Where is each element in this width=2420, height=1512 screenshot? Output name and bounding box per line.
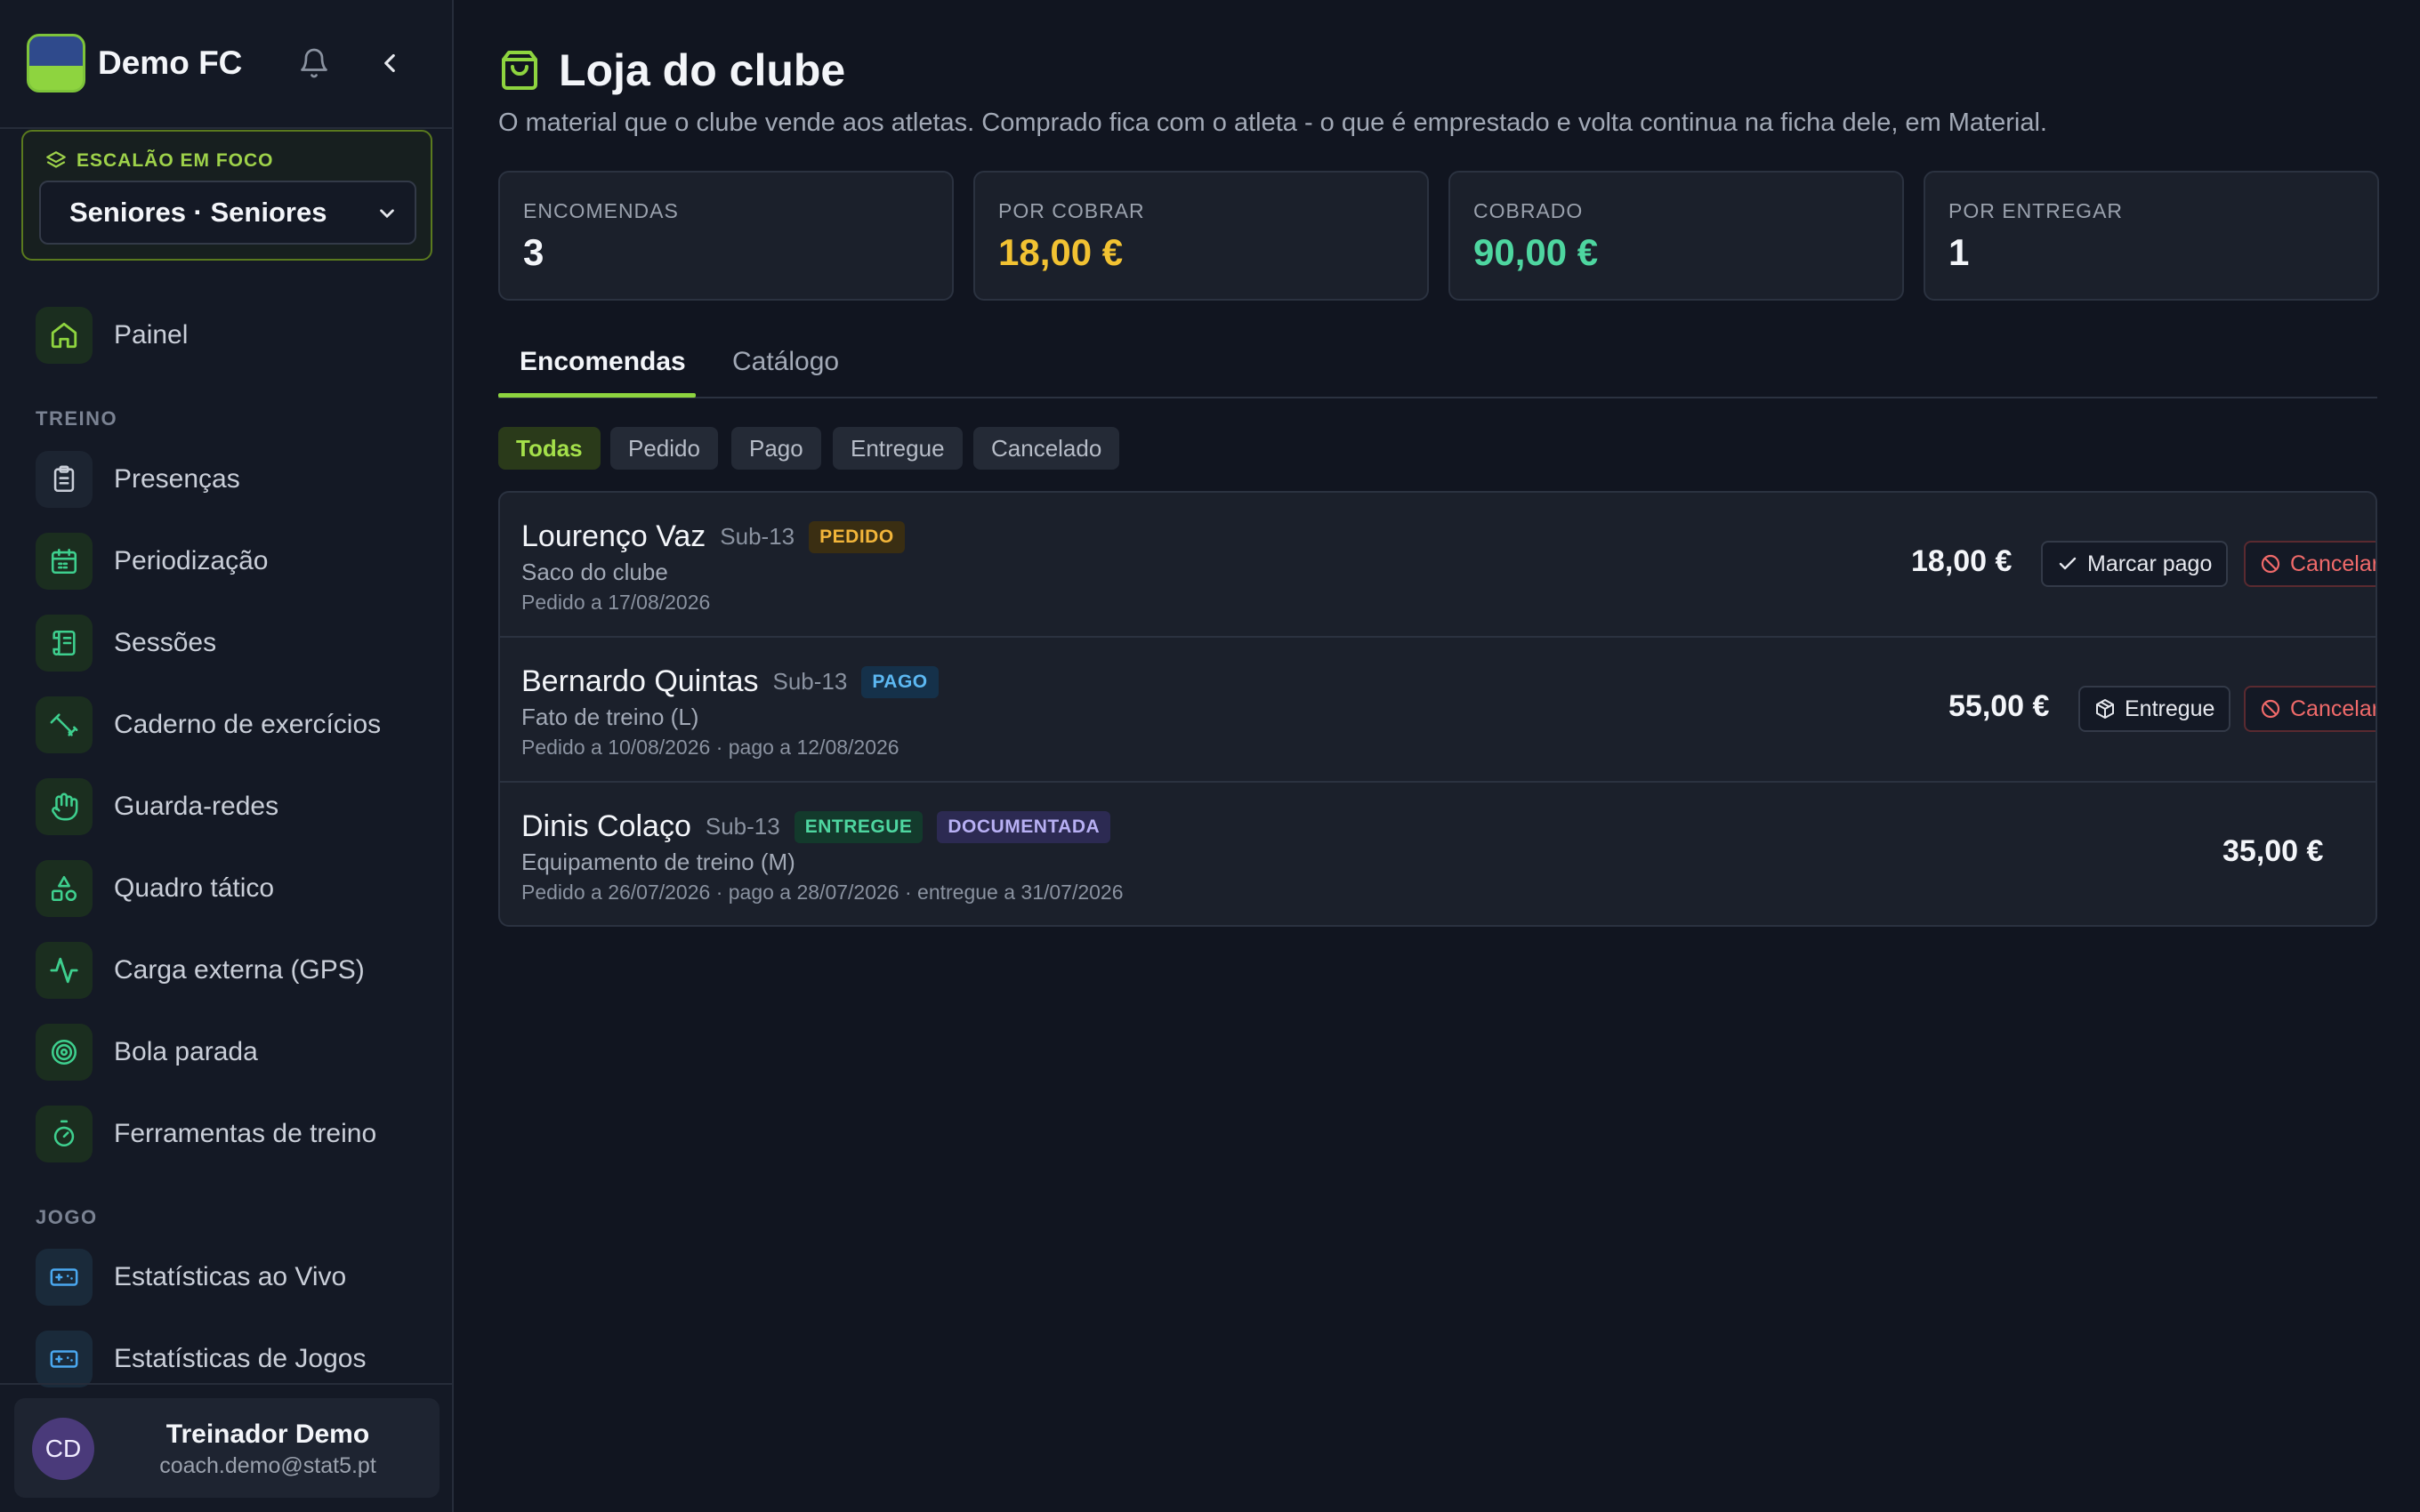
nav-item-presencas[interactable]: Presenças	[36, 450, 427, 509]
order-athlete-name: Lourenço Vaz	[521, 519, 706, 553]
club-name: Demo FC	[98, 44, 243, 81]
nav-item-caderno-exercicios[interactable]: Caderno de exercícios	[36, 696, 427, 754]
filter-entregue[interactable]: Entregue	[833, 427, 963, 470]
nav-item-painel[interactable]: Painel	[36, 306, 427, 365]
order-price: 35,00 €	[2222, 834, 2324, 868]
nav-item-sessoes[interactable]: Sessões	[36, 614, 427, 672]
main-content: Loja do clube O material que o clube ven…	[456, 0, 2420, 1512]
scroll-icon	[36, 615, 93, 672]
order-team: Sub-13	[772, 668, 848, 695]
ban-icon	[2261, 554, 2280, 574]
filter-cancelado[interactable]: Cancelado	[973, 427, 1120, 470]
stat-card-encomendas: ENCOMENDAS 3	[498, 171, 954, 301]
bell-icon[interactable]	[294, 43, 335, 84]
order-price: 18,00 €	[1911, 544, 2013, 578]
user-name: Treinador Demo	[165, 1420, 370, 1449]
nav-item-carga-externa[interactable]: Carga externa (GPS)	[36, 941, 427, 1000]
focus-team-label: ESCALÃO EM FOCO	[44, 149, 274, 173]
order-dates: Pedido a 10/08/2026 · pago a 12/08/2026	[521, 736, 899, 759]
avatar: CD	[32, 1418, 94, 1480]
check-icon	[2059, 557, 2077, 570]
filter-pago[interactable]: Pago	[731, 427, 821, 470]
club-logo	[27, 34, 85, 92]
order-row: Bernardo Quintas Sub-13 PAGO Fato de tre…	[500, 638, 2376, 783]
shapes-icon	[36, 860, 93, 917]
nav-item-quadro-tatico[interactable]: Quadro tático	[36, 859, 427, 918]
order-item: Equipamento de treino (M)	[521, 848, 795, 875]
package-icon	[2096, 699, 2114, 719]
sidebar-divider	[0, 1383, 452, 1385]
calendar-icon	[36, 533, 93, 590]
focus-team-select[interactable]: Seniores · Seniores	[39, 181, 416, 245]
home-icon	[36, 307, 93, 364]
nav-item-bola-parada[interactable]: Bola parada	[36, 1023, 427, 1082]
tab-bar: Encomendas Catálogo	[498, 329, 2377, 398]
timer-icon	[36, 1106, 93, 1162]
stat-card-cobrado: COBRADO 90,00 €	[1448, 171, 1904, 301]
orders-list: Lourenço Vaz Sub-13 PEDIDO Saco do clube…	[498, 491, 2377, 927]
cancel-button[interactable]: Cancelar	[2244, 686, 2376, 732]
filter-pedido[interactable]: Pedido	[610, 427, 718, 470]
order-price: 55,00 €	[1948, 689, 2050, 723]
order-team: Sub-13	[720, 523, 795, 550]
layers-icon	[46, 151, 66, 168]
status-badge: PEDIDO	[809, 520, 905, 553]
mark-paid-button[interactable]: Marcar pago	[2041, 541, 2229, 587]
tab-catalogo[interactable]: Catálogo	[732, 347, 839, 377]
chevron-down-icon	[380, 209, 394, 219]
order-item: Saco do clube	[521, 559, 668, 585]
nav-item-ferramentas-treino[interactable]: Ferramentas de treino	[36, 1105, 427, 1163]
nav-item-guarda-redes[interactable]: Guarda-redes	[36, 777, 427, 836]
sidebar: Demo FC ESCALÃO EM FOCO Seniores · Senio…	[0, 0, 454, 1512]
nav-section-jogo: JOGO	[36, 1206, 98, 1228]
nav-item-estatisticas-vivo[interactable]: Estatísticas ao Vivo	[36, 1248, 427, 1307]
stat-card-por-cobrar: POR COBRAR 18,00 €	[973, 171, 1429, 301]
dumbbell-icon	[36, 696, 93, 753]
sidebar-header: Demo FC	[0, 0, 452, 129]
cancel-button[interactable]: Cancelar	[2244, 541, 2376, 587]
active-tab-indicator	[498, 393, 696, 398]
order-item: Fato de treino (L)	[521, 704, 699, 730]
activity-icon	[36, 942, 93, 999]
tab-encomendas[interactable]: Encomendas	[520, 347, 686, 377]
page-subtitle: O material que o clube vende aos atletas…	[498, 109, 2047, 137]
documented-badge: DOCUMENTADA	[937, 810, 1111, 843]
clipboard-icon	[36, 451, 93, 508]
mark-delivered-button[interactable]: Entregue	[2078, 686, 2231, 732]
shopping-bag-icon	[502, 51, 537, 90]
order-athlete-name: Dinis Colaço	[521, 809, 691, 843]
status-badge: PAGO	[861, 665, 939, 698]
user-card[interactable]: CD Treinador Demo coach.demo@stat5.pt	[14, 1398, 440, 1498]
user-email: coach.demo@stat5.pt	[159, 1453, 376, 1478]
ban-icon	[2261, 699, 2280, 719]
order-dates: Pedido a 17/08/2026	[521, 591, 711, 614]
gamepad-icon	[36, 1249, 93, 1306]
page-header: Loja do clube	[498, 44, 845, 96]
gamepad-icon	[36, 1331, 93, 1387]
filter-todas[interactable]: Todas	[498, 427, 601, 470]
order-row: Dinis Colaço Sub-13 ENTREGUE DOCUMENTADA…	[500, 783, 2376, 925]
page-title: Loja do clube	[559, 45, 846, 95]
nav-item-periodizacao[interactable]: Periodização	[36, 532, 427, 591]
order-athlete-name: Bernardo Quintas	[521, 664, 759, 698]
stat-card-por-entregar: POR ENTREGAR 1	[1924, 171, 2379, 301]
collapse-sidebar-icon[interactable]	[369, 43, 410, 84]
order-row: Lourenço Vaz Sub-13 PEDIDO Saco do clube…	[500, 493, 2376, 638]
order-dates: Pedido a 26/07/2026 · pago a 28/07/2026 …	[521, 881, 1124, 904]
hand-icon	[36, 778, 93, 835]
focus-team-panel: ESCALÃO EM FOCO Seniores · Seniores	[21, 130, 432, 261]
nav-section-treino: TREINO	[36, 407, 118, 430]
nav-item-estatisticas-jogos[interactable]: Estatísticas de Jogos	[36, 1330, 427, 1388]
order-team: Sub-13	[705, 813, 780, 840]
target-icon	[36, 1024, 93, 1081]
status-badge: ENTREGUE	[794, 810, 924, 843]
